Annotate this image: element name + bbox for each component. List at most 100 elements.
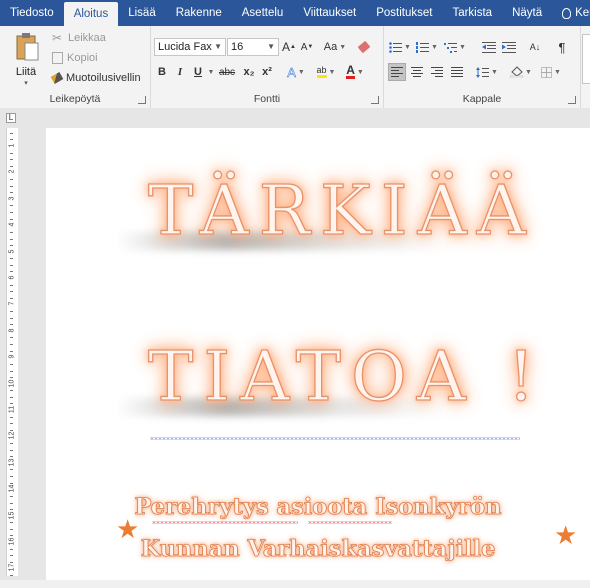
ruler-tick <box>10 212 13 214</box>
tell-me-search[interactable]: Ker <box>552 0 590 26</box>
line-spacing-button[interactable]: ▼ <box>474 63 500 81</box>
tab-references[interactable]: Viittaukset <box>293 0 366 26</box>
ruler-tick <box>10 535 13 537</box>
ruler-number: 8 <box>8 328 16 333</box>
shrink-font-button[interactable]: A ▼ <box>299 38 315 56</box>
ruler-number: 4 <box>8 222 16 227</box>
document-page[interactable]: TÄRKIÄÄ TIATOA ! Perehrytys asioota Ison… <box>46 128 590 580</box>
tab-view[interactable]: Näytä <box>502 0 552 26</box>
ruler-tick <box>10 245 13 246</box>
underline-dropdown-icon[interactable]: ▼ <box>206 63 215 81</box>
title-line-1: TÄRKIÄÄ <box>147 171 536 251</box>
tab-review[interactable]: Tarkista <box>442 0 502 26</box>
highlight-button[interactable]: ab ▼ <box>313 63 339 81</box>
justify-icon <box>451 67 463 77</box>
increase-indent-icon <box>502 41 516 53</box>
shading-button[interactable]: ▼ <box>508 63 534 81</box>
paste-button[interactable]: Liitä ▾ <box>10 32 42 88</box>
multilevel-list-icon <box>444 42 458 53</box>
paste-dropdown-icon[interactable]: ▾ <box>10 79 42 87</box>
font-family-value: Lucida Fax <box>158 41 212 53</box>
ruler-number: 14 <box>8 484 16 493</box>
paragraph-launcher-icon[interactable] <box>568 96 576 104</box>
line-spacing-icon <box>476 66 490 78</box>
grow-font-button[interactable]: A ▲ <box>281 38 297 56</box>
clipboard-launcher-icon[interactable] <box>138 96 146 104</box>
tab-file[interactable]: Tiedosto <box>0 0 64 26</box>
font-group: Lucida Fax ▼ 16 ▼ A ▲ A ▼ Aa ▼ B I U ▼ abc x₂… <box>151 26 384 108</box>
spelling-squiggle-1 <box>152 521 298 524</box>
sort-button[interactable]: A↓ <box>526 38 544 56</box>
clear-format-button[interactable] <box>355 38 373 56</box>
text-effects-button[interactable]: A ▼ <box>285 63 307 81</box>
borders-button[interactable]: ▼ <box>538 63 564 81</box>
brush-icon <box>50 72 64 84</box>
ruler-tick <box>10 449 13 451</box>
copy-label: Kopioi <box>67 52 98 64</box>
numbering-icon <box>416 41 430 53</box>
align-right-button[interactable] <box>428 63 446 81</box>
multilevel-list-button[interactable]: ▼ <box>442 38 468 56</box>
ruler-tick <box>10 529 13 530</box>
ruler-tick <box>10 231 13 233</box>
ruler-tick <box>10 284 13 286</box>
superscript-button[interactable]: x² <box>259 63 275 81</box>
ruler-tick <box>10 476 13 478</box>
clipboard-group: Liitä ▾ ✂ Leikkaa Kopioi Muotoilusivellin… <box>0 26 151 108</box>
text-effects-icon: A <box>287 64 296 80</box>
numbering-button[interactable]: ▼ <box>414 38 440 56</box>
borders-icon <box>541 66 553 78</box>
align-left-button[interactable] <box>388 63 406 81</box>
align-center-button[interactable] <box>408 63 426 81</box>
font-size-combo[interactable]: 16 ▼ <box>227 38 279 56</box>
subscript-button[interactable]: x₂ <box>241 63 257 81</box>
ruler-tick <box>10 192 13 194</box>
ruler-number: 5 <box>8 249 16 254</box>
ruler-number: 13 <box>8 458 16 467</box>
paragraph-group: ▼ ▼ ▼ A↓ ¶ ▼ ▼ ▼ Kappale <box>384 26 581 108</box>
justify-button[interactable] <box>448 63 466 81</box>
tab-design[interactable]: Rakenne <box>166 0 232 26</box>
ruler-tick <box>10 265 13 266</box>
styles-gallery[interactable] <box>582 34 590 84</box>
font-launcher-icon[interactable] <box>371 96 379 104</box>
ruler-tick <box>10 397 13 398</box>
ruler-number: 7 <box>8 301 16 306</box>
change-case-button[interactable]: Aa ▼ <box>321 38 349 56</box>
tab-home[interactable]: Aloitus <box>63 2 119 26</box>
tab-mailings[interactable]: Postitukset <box>366 0 442 26</box>
ruler-tick <box>10 179 13 180</box>
tab-layout[interactable]: Asettelu <box>232 0 294 26</box>
eraser-icon <box>357 40 371 54</box>
font-color-button[interactable]: A ▼ <box>343 63 367 81</box>
copy-button[interactable]: Kopioi <box>52 52 98 64</box>
ruler-number: 16 <box>8 537 16 546</box>
ruler-number: 9 <box>8 354 16 359</box>
underline-button[interactable]: U <box>191 63 205 81</box>
tab-insert[interactable]: Lisää <box>118 0 166 26</box>
italic-button[interactable]: I <box>173 63 187 81</box>
font-group-label: Fontti <box>253 93 281 105</box>
strikethrough-button[interactable]: abc <box>217 63 237 81</box>
ruler-tick <box>10 350 13 352</box>
ruler-tick <box>10 205 13 207</box>
change-case-label: Aa <box>323 41 338 53</box>
horizontal-ruler <box>0 108 590 126</box>
ruler-number: 15 <box>8 511 16 519</box>
tab-selector-button[interactable]: L <box>6 113 16 123</box>
bold-button[interactable]: B <box>155 63 169 81</box>
ruler-tick <box>10 159 13 161</box>
show-formatting-button[interactable]: ¶ <box>554 38 570 56</box>
paragraph-group-label: Kappale <box>462 93 502 105</box>
clipboard-icon <box>16 33 39 61</box>
increase-indent-button[interactable] <box>500 38 518 56</box>
decrease-indent-button[interactable] <box>480 38 498 56</box>
cut-button[interactable]: ✂ Leikkaa <box>52 32 106 44</box>
ribbon: Liitä ▾ ✂ Leikkaa Kopioi Muotoilusivellin… <box>0 26 590 109</box>
font-family-combo[interactable]: Lucida Fax ▼ <box>154 38 226 56</box>
ruler-number: 2 <box>8 169 16 174</box>
ruler-tick <box>10 133 13 134</box>
bullets-button[interactable]: ▼ <box>388 38 412 56</box>
format-painter-button[interactable]: Muotoilusivellin <box>50 72 141 84</box>
ruler-number: 12 <box>8 432 16 440</box>
